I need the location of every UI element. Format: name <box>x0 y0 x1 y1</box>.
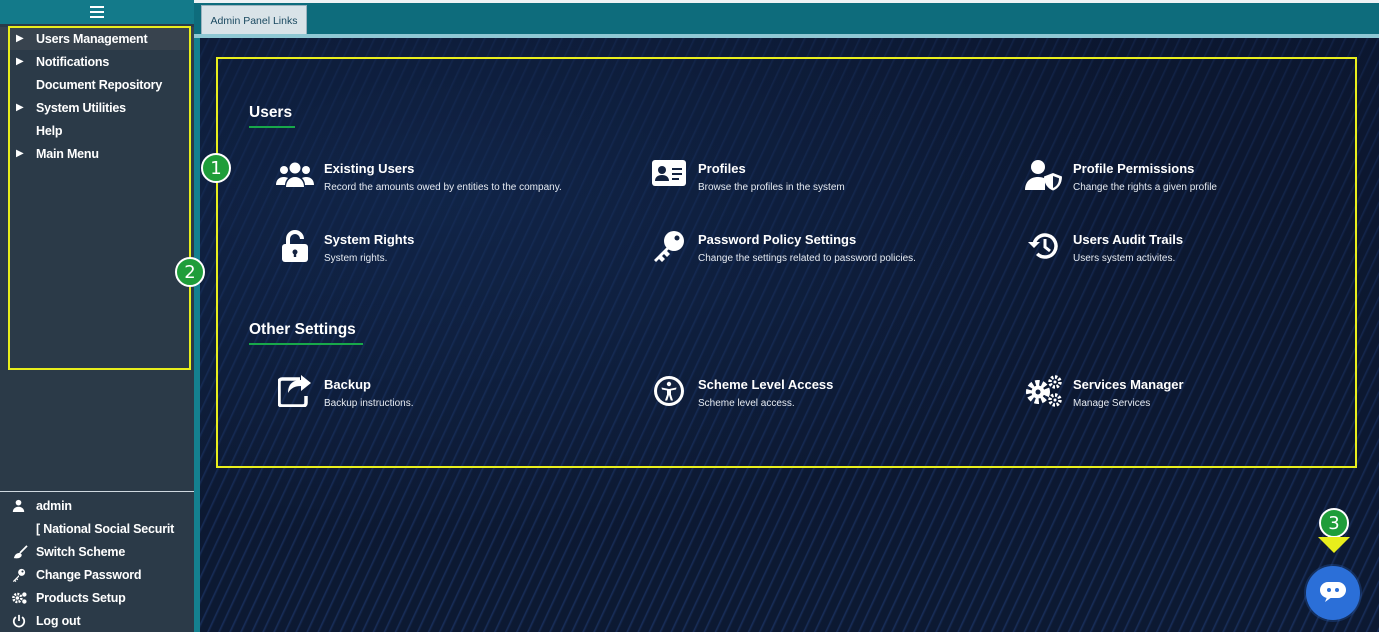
annotation-marker-1: 1 <box>201 153 231 183</box>
card-description: Change the rights a given profile <box>1073 182 1217 193</box>
hamburger-menu-button[interactable] <box>0 0 194 24</box>
user-panel: admin [ National Social Securit Switch S… <box>0 491 194 632</box>
card-profiles[interactable]: Profiles Browse the profiles in the syst… <box>640 157 845 193</box>
share-square-icon <box>266 373 324 409</box>
key-icon <box>640 228 698 264</box>
section-underline <box>249 343 363 345</box>
tab-admin-panel-links[interactable]: Admin Panel Links <box>201 5 307 35</box>
card-title: Backup <box>324 377 371 392</box>
section-title-other-settings: Other Settings <box>249 321 363 345</box>
cogs-icon <box>12 591 36 605</box>
switch-scheme-link[interactable]: Switch Scheme <box>0 540 194 563</box>
chat-button[interactable] <box>1306 566 1360 620</box>
nav-item-label: Notifications <box>36 54 110 69</box>
nav-item-users-management[interactable]: ▶ Users Management <box>0 27 194 50</box>
history-icon <box>1015 228 1073 264</box>
card-description: Browse the profiles in the system <box>698 182 845 193</box>
card-description: Backup instructions. <box>324 398 414 409</box>
nav-item-label: Users Management <box>36 31 148 46</box>
card-title: Users Audit Trails <box>1073 232 1184 247</box>
card-title: System Rights <box>324 232 415 247</box>
annotation-marker-3: 3 <box>1319 508 1349 538</box>
card-password-policy-settings[interactable]: Password Policy Settings Change the sett… <box>640 228 916 264</box>
card-users-audit-trails[interactable]: Users Audit Trails Users system activite… <box>1015 228 1183 264</box>
card-title: Existing Users <box>324 161 415 176</box>
card-title: Scheme Level Access <box>698 377 834 392</box>
card-scheme-level-access[interactable]: Scheme Level Access Scheme level access. <box>640 373 833 409</box>
key-icon <box>12 568 36 582</box>
user-icon <box>12 499 36 512</box>
card-title: Profile Permissions <box>1073 161 1195 176</box>
card-title: Profiles <box>698 161 746 176</box>
nav-menu: ▶ Users Management ▶ Notifications Docum… <box>0 24 194 165</box>
user-name[interactable]: admin <box>0 494 194 517</box>
id-card-icon <box>640 157 698 193</box>
main-content <box>200 38 1379 632</box>
nav-item-label: Main Menu <box>36 146 99 161</box>
card-description: Scheme level access. <box>698 398 795 409</box>
accessibility-icon <box>640 373 698 409</box>
unlock-icon <box>266 228 324 264</box>
caret-right-icon: ▶ <box>16 33 24 44</box>
nav-item-label: Document Repository <box>36 77 163 92</box>
cogs-icon <box>1015 373 1073 409</box>
logout-link[interactable]: Log out <box>0 609 194 632</box>
hamburger-icon <box>90 6 104 18</box>
card-description: Manage Services <box>1073 398 1151 409</box>
nav-item-help[interactable]: Help <box>0 119 194 142</box>
annotation-marker-2: 2 <box>175 257 205 287</box>
nav-item-label: System Utilities <box>36 100 126 115</box>
section-underline <box>249 126 295 128</box>
card-description: Users system activites. <box>1073 253 1176 264</box>
card-existing-users[interactable]: Existing Users Record the amounts owed b… <box>266 157 562 193</box>
card-services-manager[interactable]: Services Manager Manage Services <box>1015 373 1184 409</box>
card-profile-permissions[interactable]: Profile Permissions Change the rights a … <box>1015 157 1217 193</box>
caret-right-icon: ▶ <box>16 102 24 113</box>
user-shield-icon <box>1015 157 1073 193</box>
chatbot-icon <box>1319 579 1347 608</box>
card-backup[interactable]: Backup Backup instructions. <box>266 373 414 409</box>
nav-item-label: Help <box>36 123 63 138</box>
caret-right-icon: ▶ <box>16 56 24 67</box>
card-description: System rights. <box>324 253 388 264</box>
scheme-name: [ National Social Securit <box>36 521 175 536</box>
card-title: Password Policy Settings <box>698 232 857 247</box>
users-group-icon <box>266 157 324 193</box>
card-title: Services Manager <box>1073 377 1184 392</box>
nav-item-main-menu[interactable]: ▶ Main Menu <box>0 142 194 165</box>
caret-right-icon: ▶ <box>16 148 24 159</box>
section-title-users: Users <box>249 104 295 128</box>
products-setup-link[interactable]: Products Setup <box>0 586 194 609</box>
card-description: Record the amounts owed by entities to t… <box>324 182 562 193</box>
sidebar: ▶ Users Management ▶ Notifications Docum… <box>0 0 194 632</box>
nav-item-document-repository[interactable]: Document Repository <box>0 73 194 96</box>
power-icon <box>12 614 36 628</box>
nav-item-notifications[interactable]: ▶ Notifications <box>0 50 194 73</box>
broom-icon <box>12 544 36 559</box>
nav-item-system-utilities[interactable]: ▶ System Utilities <box>0 96 194 119</box>
tab-bar: Admin Panel Links <box>194 0 1379 35</box>
card-system-rights[interactable]: System Rights System rights. <box>266 228 414 264</box>
arrow-down-icon <box>1318 537 1350 553</box>
card-description: Change the settings related to password … <box>698 253 916 264</box>
change-password-link[interactable]: Change Password <box>0 563 194 586</box>
